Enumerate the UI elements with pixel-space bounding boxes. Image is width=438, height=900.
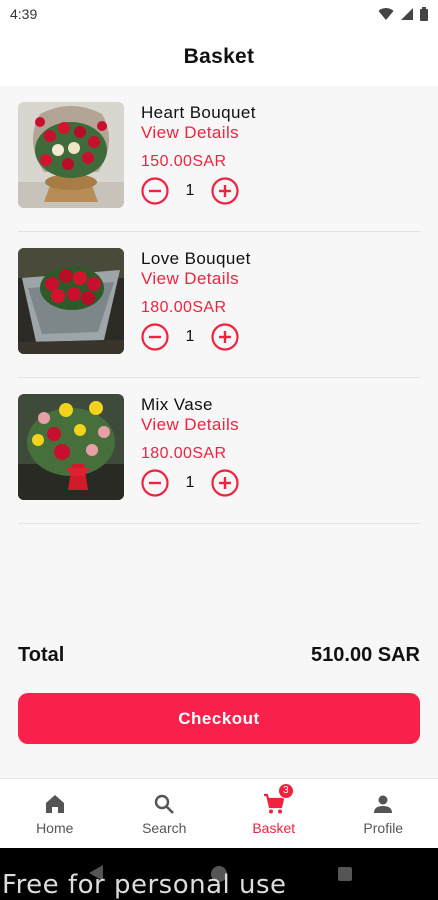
system-nav-bar: Free for personal use <box>0 848 438 900</box>
minus-circle-icon <box>141 469 169 497</box>
item-info: Heart Bouquet View Details 150.00SAR 1 <box>141 103 256 205</box>
nav-search-label: Search <box>142 819 187 836</box>
person-icon <box>374 795 393 813</box>
status-time: 4:39 <box>10 6 38 22</box>
increase-quantity-button[interactable] <box>211 323 239 351</box>
item-price: 150.00SAR <box>141 153 227 170</box>
total-row: Total 510.00 SAR <box>18 640 420 670</box>
decrease-quantity-button[interactable] <box>141 323 169 351</box>
basket-item: Mix Vase View Details 180.00SAR 1 <box>18 378 420 524</box>
home-icon <box>45 794 64 813</box>
cart-icon-wrapper: 3 <box>262 782 294 816</box>
nav-home[interactable]: Home <box>0 779 110 848</box>
watermark: Free for personal use <box>2 870 287 900</box>
nav-profile-label: Profile <box>363 819 404 836</box>
item-name: Mix Vase <box>141 395 213 414</box>
increase-quantity-button[interactable] <box>211 469 239 497</box>
page-title: Basket <box>183 45 255 68</box>
item-name: Love Bouquet <box>141 249 251 268</box>
plus-circle-icon <box>211 177 239 205</box>
wifi-icon <box>378 8 394 20</box>
item-name: Heart Bouquet <box>141 103 256 122</box>
status-bar: 4:39 <box>0 0 438 28</box>
view-details-link[interactable]: View Details <box>141 269 251 289</box>
decrease-quantity-button[interactable] <box>141 177 169 205</box>
quantity-value: 1 <box>185 474 195 491</box>
product-image[interactable] <box>18 394 124 500</box>
status-icons <box>378 7 428 21</box>
item-price: 180.00SAR <box>141 299 227 316</box>
item-info: Love Bouquet View Details 180.00SAR 1 <box>141 249 251 351</box>
search-icon <box>155 794 175 814</box>
plus-circle-icon <box>211 323 239 351</box>
item-price: 180.00SAR <box>141 445 227 462</box>
decrease-quantity-button[interactable] <box>141 469 169 497</box>
view-details-link[interactable]: View Details <box>141 415 239 435</box>
quantity-stepper: 1 <box>141 469 239 497</box>
nav-basket-label: Basket <box>252 819 296 836</box>
nav-search[interactable]: Search <box>110 779 220 848</box>
nav-basket[interactable]: 3 Basket <box>219 779 329 848</box>
total-label: Total <box>18 643 65 666</box>
app-header: Basket <box>0 28 438 86</box>
minus-circle-icon <box>141 177 169 205</box>
nav-profile[interactable]: Profile <box>329 779 438 848</box>
product-image[interactable] <box>18 102 124 208</box>
battery-icon <box>420 7 428 21</box>
basket-item: Heart Bouquet View Details 150.00SAR 1 <box>18 86 420 232</box>
view-details-link[interactable]: View Details <box>141 123 256 143</box>
quantity-stepper: 1 <box>141 323 251 351</box>
item-info: Mix Vase View Details 180.00SAR 1 <box>141 395 239 497</box>
minus-circle-icon <box>141 323 169 351</box>
nav-home-label: Home <box>36 819 74 836</box>
total-value: 510.00 SAR <box>311 643 420 666</box>
recent-apps-icon[interactable] <box>338 867 352 881</box>
basket-item: Love Bouquet View Details 180.00SAR 1 <box>18 232 420 378</box>
signal-icon <box>401 8 413 20</box>
plus-circle-icon <box>211 469 239 497</box>
quantity-value: 1 <box>185 182 195 199</box>
checkout-button[interactable]: Checkout <box>18 693 420 744</box>
increase-quantity-button[interactable] <box>211 177 239 205</box>
quantity-value: 1 <box>185 328 195 345</box>
product-image[interactable] <box>18 248 124 354</box>
quantity-stepper: 1 <box>141 177 256 205</box>
bottom-nav: Home Search 3 Basket Profile <box>0 778 438 848</box>
basket-count-badge: 3 <box>277 782 294 799</box>
